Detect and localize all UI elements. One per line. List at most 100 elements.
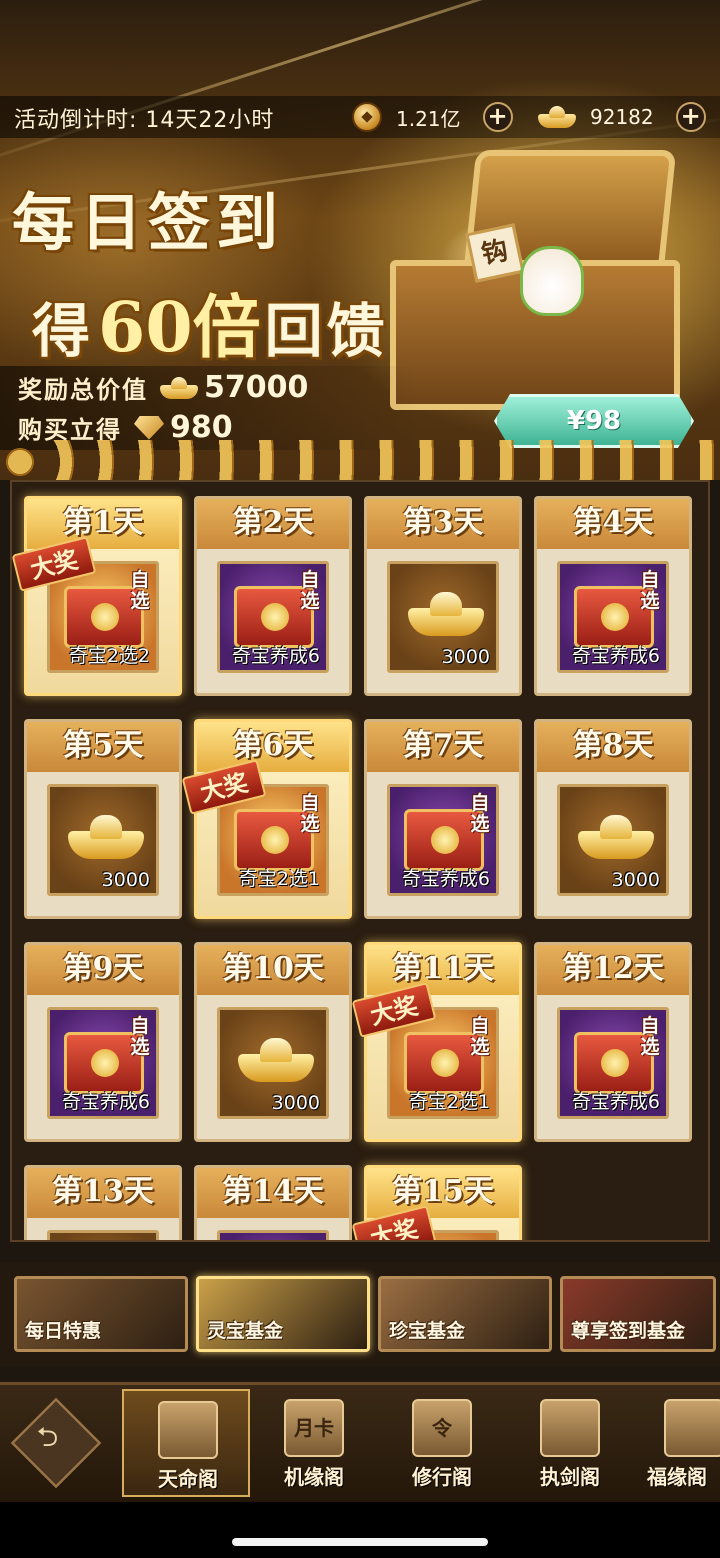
self-select-badge: 自选 — [300, 569, 320, 612]
day-label: 第4天 — [537, 499, 689, 549]
day-label: 第14天 — [197, 1168, 349, 1218]
reward-caption: 奇宝2选1 — [238, 868, 320, 890]
month-card-icon: 月卡 — [284, 1399, 344, 1457]
nav-item[interactable]: 令修行阁 — [378, 1389, 506, 1497]
day-label: 第10天 — [197, 945, 349, 995]
day-label: 第7天 — [367, 722, 519, 772]
fund-tab[interactable]: 尊享签到基金 — [560, 1276, 716, 1352]
token-icon: 令 — [412, 1399, 472, 1457]
day-card[interactable]: 第6天 自选 奇宝2选1 大奖 — [181, 719, 352, 919]
nav-item[interactable]: 月卡 机缘阁 — [250, 1389, 378, 1497]
day-label: 第9天 — [27, 945, 179, 995]
day-card[interactable]: 第13天 — [24, 1165, 182, 1240]
promo-subtitle-prefix: 得 — [32, 297, 95, 365]
reward-slot[interactable]: 自选奇宝养成6 — [557, 1007, 669, 1119]
add-gold-button[interactable]: + — [675, 102, 706, 132]
reward-caption: 3000 — [101, 869, 150, 891]
self-select-badge: 自选 — [470, 1015, 490, 1058]
reward-caption: 奇宝2选2 — [68, 645, 150, 667]
reward-summary: 奖励总价值 57000 购买立得 980 — [0, 366, 420, 450]
reward-total-value: 57000 — [204, 370, 309, 405]
reward-slot[interactable]: 3000 — [47, 784, 159, 896]
day-card[interactable]: 第11天 自选 奇宝2选1 大奖 — [351, 942, 522, 1142]
day-card[interactable]: 第5天 3000 — [24, 719, 182, 919]
day-card[interactable]: 第3天 3000 — [364, 496, 522, 696]
reward-caption: 奇宝养成6 — [571, 1091, 660, 1113]
reward-slot[interactable] — [217, 1230, 329, 1240]
day-card[interactable]: 第10天 3000 — [194, 942, 352, 1142]
reward-caption: 奇宝养成6 — [571, 645, 660, 667]
gold-ingot-icon — [160, 376, 198, 399]
day-card[interactable]: 第7天自选 奇宝养成6 — [364, 719, 522, 919]
nav-item[interactable]: 执剑阁 — [506, 1389, 634, 1497]
gold-ingot-icon — [238, 1038, 314, 1082]
shop-icon — [664, 1399, 720, 1457]
reward-slot[interactable] — [47, 1230, 159, 1240]
day-label: 第5天 — [27, 722, 179, 772]
reward-caption: 3000 — [271, 1092, 320, 1114]
self-select-badge: 自选 — [640, 1015, 660, 1058]
treasure-chest-icon — [158, 1401, 218, 1459]
day-label: 第15天 — [367, 1168, 519, 1218]
fund-tab-label: 灵宝基金 — [207, 1320, 284, 1342]
nav-item-label: 修行阁 — [412, 1465, 472, 1489]
reward-slot[interactable]: 自选奇宝养成6 — [47, 1007, 159, 1119]
reward-slot[interactable]: 自选奇宝养成6 — [557, 561, 669, 673]
day-card[interactable]: 第15天 大奖 — [351, 1165, 522, 1240]
coin-pile-decoration — [0, 440, 720, 480]
gold-ingot-icon — [408, 592, 484, 636]
nav-item[interactable]: 天命阁 — [122, 1389, 250, 1497]
day-label: 第12天 — [537, 945, 689, 995]
chest-tag: 钩 — [465, 223, 525, 283]
event-countdown: 活动倒计时: 14天22小时 — [14, 108, 275, 133]
fund-tab-label: 每日特惠 — [25, 1320, 102, 1342]
nav-item[interactable]: 福缘阁 — [634, 1389, 720, 1497]
reward-caption: 奇宝养成6 — [61, 1091, 150, 1113]
copper-currency: 1.21亿 + — [352, 100, 513, 134]
day-card[interactable]: 第8天 3000 — [534, 719, 692, 919]
fund-tab-label: 尊享签到基金 — [571, 1320, 686, 1342]
reward-slot[interactable]: 3000 — [387, 561, 499, 673]
nav-item-label: 福缘阁 — [647, 1465, 707, 1489]
self-select-badge: 自选 — [640, 569, 660, 612]
day-label: 第3天 — [367, 499, 519, 549]
reward-slot[interactable]: 3000 — [557, 784, 669, 896]
leaf-sprite-mascot — [520, 246, 584, 316]
bottom-navigation: ⮌ 天命阁 月卡 机缘阁令修行阁 执剑阁 福缘阁 — [0, 1382, 720, 1502]
gold-ingot-icon — [68, 815, 144, 859]
day-card[interactable]: 第4天自选奇宝养成6 — [534, 496, 692, 696]
gold-ingot-icon — [538, 106, 576, 128]
fund-tab-label: 珍宝基金 — [389, 1320, 466, 1342]
day-label: 第1天 — [27, 499, 179, 549]
day-card[interactable]: 第9天自选奇宝养成6 — [24, 942, 182, 1142]
day-label: 第8天 — [537, 722, 689, 772]
self-select-badge: 自选 — [130, 1015, 150, 1058]
back-arrow-icon: ⮌ — [36, 1421, 59, 1454]
self-select-badge: 自选 — [130, 569, 150, 612]
back-button[interactable]: ⮌ — [10, 1397, 102, 1489]
day-card[interactable]: 第2天 自选 奇宝养成6 — [194, 496, 352, 696]
reward-total-row: 奖励总价值 57000 — [18, 370, 308, 405]
fund-tab[interactable]: 珍宝基金 — [378, 1276, 552, 1352]
copper-amount: 1.21亿 — [396, 106, 461, 131]
reward-slot[interactable]: 自选 奇宝养成6 — [217, 561, 329, 673]
day-card[interactable]: 第14天 — [194, 1165, 352, 1240]
home-indicator[interactable] — [232, 1538, 488, 1546]
promo-multiplier: 60倍 — [98, 288, 261, 368]
promo-subtitle: 得 60倍 回馈 — [32, 272, 389, 371]
day-card[interactable]: 第12天自选奇宝养成6 — [534, 942, 692, 1142]
day-card[interactable]: 第1天 自选 奇宝2选2 大奖 — [12, 496, 182, 696]
reward-slot[interactable]: 3000 — [217, 1007, 329, 1119]
fund-tab[interactable]: 灵宝基金 — [196, 1276, 370, 1352]
add-copper-button[interactable]: + — [482, 102, 513, 132]
nav-item-label: 天命阁 — [158, 1467, 218, 1491]
nav-item-label: 执剑阁 — [540, 1465, 600, 1489]
swords-icon — [540, 1399, 600, 1457]
daily-signin-grid[interactable]: 第1天 自选 奇宝2选2 大奖 第2天 自选 奇宝养成6 第3天 3000 第4天 自选 奇宝养成6 第… — [10, 480, 710, 1242]
event-banner: 活动倒计时: 14天22小时 1.21亿 + 92182 + 每日签到 得 60… — [0, 0, 720, 480]
gold-currency: 92182 + — [538, 100, 706, 134]
reward-slot[interactable]: 自选 奇宝养成6 — [387, 784, 499, 896]
fund-tab[interactable]: 每日特惠 — [14, 1276, 188, 1352]
reward-caption: 3000 — [441, 646, 490, 668]
reward-total-label: 奖励总价值 — [18, 375, 148, 404]
